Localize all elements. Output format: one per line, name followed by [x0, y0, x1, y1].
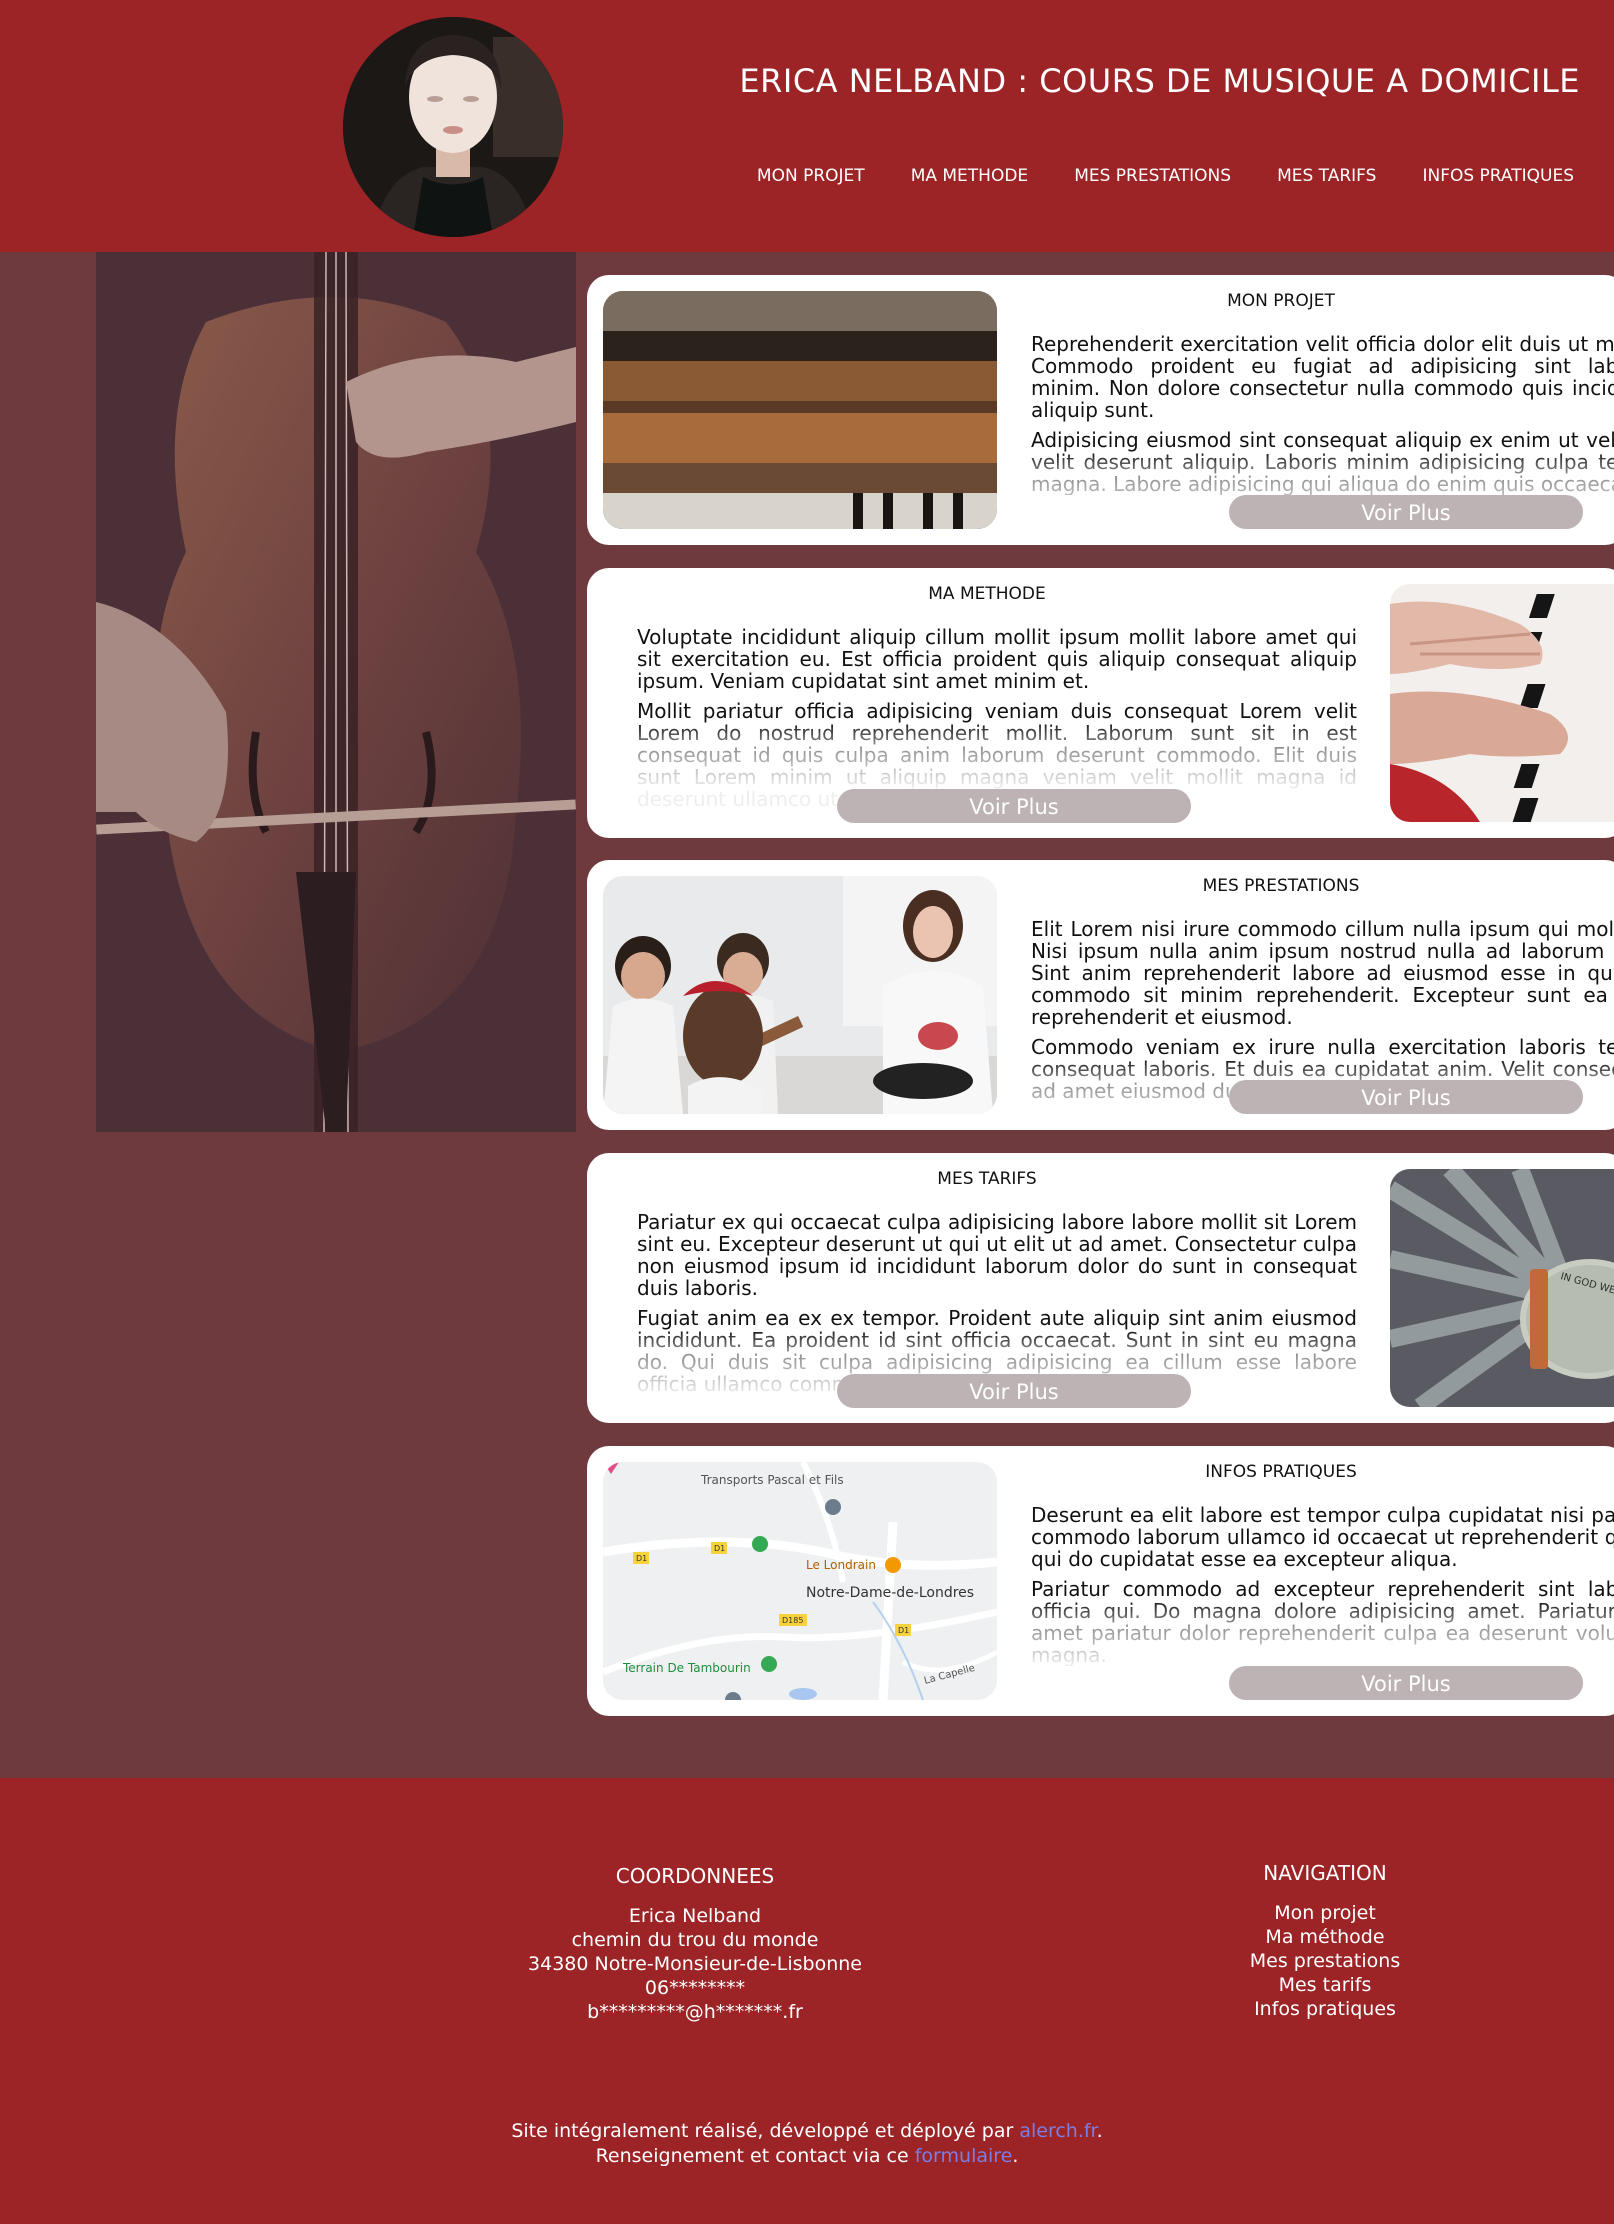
map-road-label: D1: [898, 1626, 909, 1635]
profile-photo: [343, 17, 563, 237]
card-title: INFOS PRATIQUES: [1205, 1462, 1357, 1482]
contact-city: 34380 Notre-Monsieur-de-Lisbonne: [528, 1953, 862, 1975]
card-title: MA METHODE: [928, 584, 1046, 604]
site-header: ERICA NELBAND : COURS DE MUSIQUE A DOMIC…: [0, 0, 1614, 252]
card-paragraph: Reprehenderit exercitation velit officia…: [1031, 333, 1614, 422]
money-image: IN GOD WE TRUST: [1390, 1169, 1614, 1407]
contact-heading: COORDONNEES: [615, 1864, 775, 1888]
card-title: MES TARIFS: [937, 1169, 1037, 1189]
map-road-label: D1: [714, 1544, 725, 1553]
credit-text: Site intégralement réalisé, développé et…: [511, 2120, 1020, 2142]
map-image: Transports Pascal et Fils Le Londrain No…: [603, 1462, 997, 1700]
card-title: MON PROJET: [1227, 291, 1335, 311]
contact-block: COORDONNEES Erica Nelband chemin du trou…: [440, 1864, 950, 2024]
map-label: Terrain De Tambourin: [622, 1661, 751, 1675]
credits: Site intégralement réalisé, développé et…: [0, 2119, 1614, 2169]
credit-text: .: [1096, 2120, 1103, 2142]
card-text: Pariatur ex qui occaecat culpa adipisici…: [637, 1211, 1357, 1401]
nav-link-mes-prestations[interactable]: MES PRESTATIONS: [1074, 166, 1231, 186]
footer-nav: NAVIGATION Mon projet Ma méthode Mes pre…: [1170, 1861, 1480, 2021]
map-label: Le Londrain: [806, 1558, 876, 1572]
piano-hands-image: [1390, 584, 1614, 822]
cello-hero-image: [96, 252, 576, 1132]
piano-closeup-image: [603, 291, 997, 529]
contact-line: Renseignement et contact via ce formulai…: [0, 2144, 1614, 2169]
main-nav: MON PROJET MA METHODE MES PRESTATIONS ME…: [757, 166, 1574, 186]
voir-plus-button[interactable]: Voir Plus: [1229, 1080, 1583, 1114]
site-footer: COORDONNEES Erica Nelband chemin du trou…: [0, 1778, 1614, 2224]
card-paragraph: Deserunt ea elit labore est tempor culpa…: [1031, 1504, 1614, 1571]
site-title: ERICA NELBAND : COURS DE MUSIQUE A DOMIC…: [739, 62, 1580, 100]
card-title: MES PRESTATIONS: [1202, 876, 1360, 896]
contact-name: Erica Nelband: [628, 1905, 762, 1927]
credit-line: Site intégralement réalisé, développé et…: [0, 2119, 1614, 2144]
footer-nav-heading: NAVIGATION: [1263, 1861, 1387, 1885]
card-mes-prestations: MES PRESTATIONS Elit Lorem nisi irure co…: [587, 860, 1614, 1130]
contact-email: b*********@h*******.fr: [587, 2001, 803, 2023]
alerch-link[interactable]: alerch.fr: [1019, 2120, 1096, 2142]
nav-link-infos-pratiques[interactable]: INFOS PRATIQUES: [1422, 166, 1574, 186]
contact-phone: 06********: [644, 1977, 746, 1999]
voir-plus-button[interactable]: Voir Plus: [837, 789, 1191, 823]
footer-link-infos-pratiques[interactable]: Infos pratiques: [1170, 1997, 1480, 2021]
card-paragraph: Pariatur ex qui occaecat culpa adipisici…: [637, 1211, 1357, 1300]
credit-text: Renseignement et contact via ce: [595, 2145, 915, 2167]
contact-street: chemin du trou du monde: [571, 1929, 819, 1951]
card-paragraph: Adipisicing eiusmod sint consequat aliqu…: [1031, 429, 1614, 495]
nav-link-mes-tarifs[interactable]: MES TARIFS: [1277, 166, 1376, 186]
map-road-label: D185: [782, 1616, 803, 1625]
credit-text: .: [1012, 2145, 1019, 2167]
formulaire-link[interactable]: formulaire: [915, 2145, 1013, 2167]
footer-link-ma-methode[interactable]: Ma méthode: [1170, 1925, 1480, 1949]
voir-plus-button[interactable]: Voir Plus: [837, 1374, 1191, 1408]
card-paragraph: Pariatur commodo ad excepteur reprehende…: [1031, 1578, 1614, 1666]
children-ukulele-image: [603, 876, 997, 1114]
nav-link-ma-methode[interactable]: MA METHODE: [911, 166, 1029, 186]
card-infos-pratiques: Transports Pascal et Fils Le Londrain No…: [587, 1446, 1614, 1716]
nav-link-mon-projet[interactable]: MON PROJET: [757, 166, 865, 186]
map-label: Notre-Dame-de-Londres: [806, 1585, 974, 1601]
card-ma-methode: MA METHODE Voluptate incididunt aliquip …: [587, 568, 1614, 838]
voir-plus-button[interactable]: Voir Plus: [1229, 495, 1583, 529]
voir-plus-button[interactable]: Voir Plus: [1229, 1666, 1583, 1700]
footer-link-mes-tarifs[interactable]: Mes tarifs: [1170, 1973, 1480, 1997]
map-label: Transports Pascal et Fils: [700, 1473, 844, 1487]
card-mon-projet: MON PROJET Reprehenderit exercitation ve…: [587, 275, 1614, 545]
card-paragraph: Elit Lorem nisi irure commodo cillum nul…: [1031, 918, 1614, 1029]
map-road-label: D1: [636, 1554, 647, 1563]
footer-link-mon-projet[interactable]: Mon projet: [1170, 1901, 1480, 1925]
card-paragraph: Voluptate incididunt aliquip cillum moll…: [637, 626, 1357, 693]
card-text: Voluptate incididunt aliquip cillum moll…: [637, 626, 1357, 816]
card-mes-tarifs: MES TARIFS Pariatur ex qui occaecat culp…: [587, 1153, 1614, 1423]
footer-link-mes-prestations[interactable]: Mes prestations: [1170, 1949, 1480, 1973]
